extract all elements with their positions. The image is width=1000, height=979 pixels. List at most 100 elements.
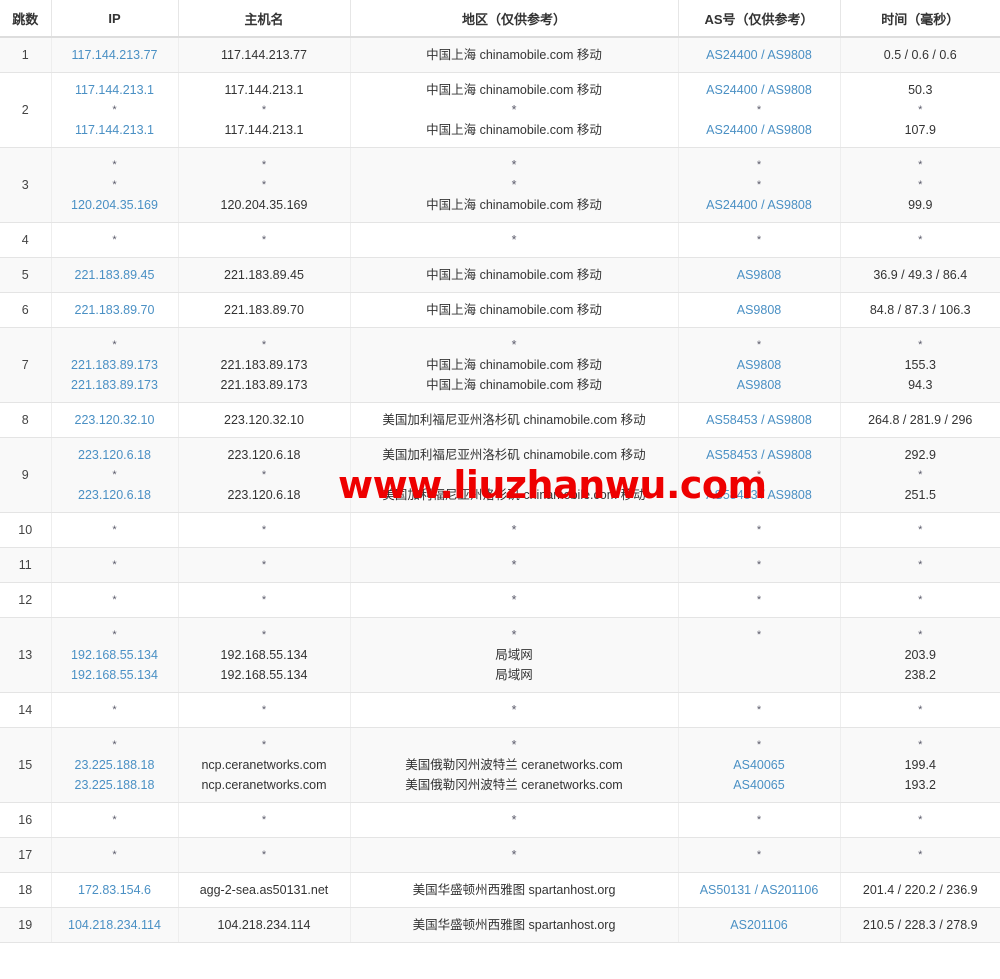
no-response-star: *: [55, 100, 175, 120]
no-response-star: *: [182, 520, 347, 540]
table-row: 16*****: [0, 803, 1000, 838]
cell-as-number: AS201106: [678, 908, 840, 943]
cell-text: 223.120.32.10: [182, 410, 347, 430]
table-row: 14*****: [0, 693, 1000, 728]
cell-text: 局域网: [354, 665, 675, 685]
cell-region: *: [350, 513, 678, 548]
cell-region: *: [350, 803, 678, 838]
no-response-star: *: [182, 100, 347, 120]
cell-line-group: 中国上海 chinamobile.com 移动: [354, 300, 675, 320]
cell-line-group: *: [182, 845, 347, 865]
cell-line-group: *: [55, 810, 175, 830]
cell-line-group: 223.120.32.10: [182, 410, 347, 430]
ip-address-link[interactable]: 221.183.89.173: [55, 375, 175, 395]
cell-line-group: *AS9808AS9808: [682, 335, 837, 395]
cell-hop-number: 16: [0, 803, 51, 838]
cell-hostname: 117.144.213.1*117.144.213.1: [178, 73, 350, 148]
no-response-star: *: [354, 175, 675, 195]
cell-hostname: agg-2-sea.as50131.net: [178, 873, 350, 908]
ip-address-link[interactable]: 221.183.89.173: [55, 355, 175, 375]
cell-hostname: **120.204.35.169: [178, 148, 350, 223]
as-number-link[interactable]: AS9808: [682, 355, 837, 375]
as-number-link[interactable]: AS24400 / AS9808: [682, 195, 837, 215]
as-number-link[interactable]: AS201106: [682, 915, 837, 935]
cell-hop-number: 17: [0, 838, 51, 873]
cell-text: 192.168.55.134: [182, 645, 347, 665]
as-number-link[interactable]: AS58453 / AS9808: [682, 485, 837, 505]
as-number-link[interactable]: AS9808: [682, 300, 837, 320]
ip-address-link[interactable]: 192.168.55.134: [55, 645, 175, 665]
cell-ip: 117.144.213.77: [51, 37, 178, 73]
no-response-star: *: [55, 335, 175, 355]
cell-as-number: *AS40065AS40065: [678, 728, 840, 803]
ip-address-link[interactable]: 120.204.35.169: [55, 195, 175, 215]
no-response-star: *: [354, 700, 675, 720]
cell-line-group: 292.9*251.5: [844, 445, 998, 505]
cell-text: 203.9: [844, 645, 998, 665]
cell-line-group: 104.218.234.114: [182, 915, 347, 935]
cell-text: 155.3: [844, 355, 998, 375]
cell-ip: 223.120.32.10: [51, 403, 178, 438]
as-number-link[interactable]: AS58453 / AS9808: [682, 410, 837, 430]
ip-address-link[interactable]: 192.168.55.134: [55, 665, 175, 685]
no-response-star: *: [682, 700, 837, 720]
cell-line-group: *203.9238.2: [844, 625, 998, 685]
no-response-star: *: [354, 590, 675, 610]
cell-region: 中国上海 chinamobile.com 移动: [350, 258, 678, 293]
cell-line-group: AS50131 / AS201106: [682, 880, 837, 900]
cell-region: 中国上海 chinamobile.com 移动*中国上海 chinamobile…: [350, 73, 678, 148]
as-number-link[interactable]: AS58453 / AS9808: [682, 445, 837, 465]
ip-address-link[interactable]: 223.120.6.18: [55, 485, 175, 505]
ip-address-link[interactable]: 172.83.154.6: [55, 880, 175, 900]
cell-line-group: AS58453 / AS9808*AS58453 / AS9808: [682, 445, 837, 505]
as-number-link[interactable]: AS9808: [682, 265, 837, 285]
no-response-star: *: [844, 845, 998, 865]
ip-address-link[interactable]: 221.183.89.45: [55, 265, 175, 285]
as-number-link[interactable]: AS24400 / AS9808: [682, 80, 837, 100]
cell-region: 美国华盛顿州西雅图 spartanhost.org: [350, 908, 678, 943]
no-response-star: *: [182, 465, 347, 485]
ip-address-link[interactable]: 221.183.89.70: [55, 300, 175, 320]
ip-address-link[interactable]: 117.144.213.1: [55, 80, 175, 100]
cell-line-group: *221.183.89.173221.183.89.173: [55, 335, 175, 395]
as-number-link[interactable]: AS40065: [682, 755, 837, 775]
cell-line-group: *: [682, 555, 837, 575]
cell-line-group: *: [182, 520, 347, 540]
ip-address-link[interactable]: 23.225.188.18: [55, 775, 175, 795]
cell-hostname: *: [178, 693, 350, 728]
ip-address-link[interactable]: 223.120.6.18: [55, 445, 175, 465]
no-response-star: *: [55, 175, 175, 195]
cell-as-number: AS58453 / AS9808*AS58453 / AS9808: [678, 438, 840, 513]
no-response-star: *: [182, 335, 347, 355]
no-response-star: *: [682, 810, 837, 830]
no-response-star: *: [844, 735, 998, 755]
ip-address-link[interactable]: 223.120.32.10: [55, 410, 175, 430]
ip-address-link[interactable]: 23.225.188.18: [55, 755, 175, 775]
cell-region: *: [350, 223, 678, 258]
cell-latency: 201.4 / 220.2 / 236.9: [840, 873, 1000, 908]
ip-address-link[interactable]: 104.218.234.114: [55, 915, 175, 935]
cell-text: 201.4 / 220.2 / 236.9: [844, 880, 998, 900]
as-number-link[interactable]: AS40065: [682, 775, 837, 795]
ip-address-link[interactable]: 117.144.213.1: [55, 120, 175, 140]
no-response-star: *: [682, 735, 837, 755]
no-response-star: *: [844, 100, 998, 120]
as-number-link[interactable]: AS9808: [682, 375, 837, 395]
cell-line-group: 223.120.6.18*223.120.6.18: [55, 445, 175, 505]
column-header-as: AS号（仅供参考）: [678, 0, 840, 37]
as-number-link[interactable]: AS24400 / AS9808: [682, 120, 837, 140]
cell-latency: *: [840, 693, 1000, 728]
as-number-link[interactable]: AS24400 / AS9808: [682, 45, 837, 65]
cell-hop-number: 19: [0, 908, 51, 943]
table-row: 4*****: [0, 223, 1000, 258]
cell-line-group: 221.183.89.70: [182, 300, 347, 320]
no-response-star: *: [354, 230, 675, 250]
cell-hop-number: 9: [0, 438, 51, 513]
cell-ip: 117.144.213.1*117.144.213.1: [51, 73, 178, 148]
ip-address-link[interactable]: 117.144.213.77: [55, 45, 175, 65]
cell-text: ncp.ceranetworks.com: [182, 775, 347, 795]
no-response-star: *: [182, 845, 347, 865]
cell-as-number: *AS9808AS9808: [678, 328, 840, 403]
as-number-link[interactable]: AS50131 / AS201106: [682, 880, 837, 900]
no-response-star: *: [844, 700, 998, 720]
